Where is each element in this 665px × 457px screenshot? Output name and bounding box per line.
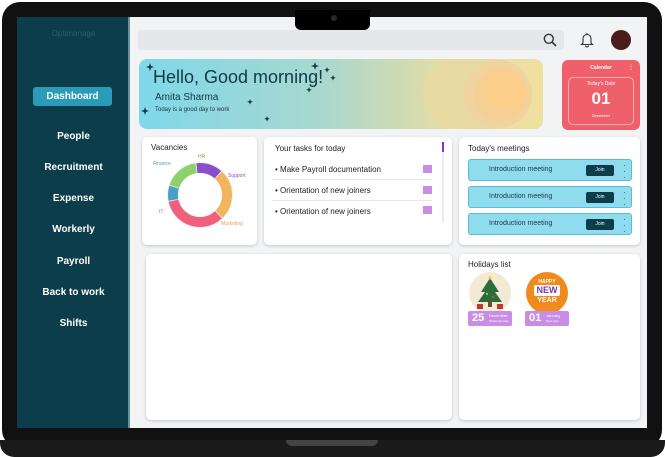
holiday-day: 01	[529, 312, 542, 324]
new-year-image: HAPPY NEW YEAR	[526, 272, 568, 314]
join-button[interactable]: Join	[586, 192, 614, 203]
task-item[interactable]: • Make Payroll documentation	[275, 165, 381, 174]
user-name: Amita Sharma	[155, 92, 219, 103]
new-year-text-3: YEAR	[537, 297, 557, 304]
divider	[272, 200, 432, 201]
laptop-frame: Optimanage Dashboard People Recruitment …	[0, 0, 665, 457]
task-item[interactable]: • Orientation of new joiners	[275, 207, 371, 216]
today-date-panel: Today's Date 01 December	[568, 77, 634, 125]
holiday-date-tag[interactable]: 25 December Christmas Day	[468, 311, 512, 326]
bell-icon[interactable]	[580, 32, 594, 48]
sidebar-item-recruitment[interactable]: Recruitment	[17, 162, 130, 173]
holiday-name: New year	[546, 319, 559, 323]
sidebar-item-payroll[interactable]: Payroll	[17, 256, 130, 267]
greeting-subtitle: Today is a good day to work	[155, 107, 230, 113]
meeting-row[interactable]: Introduction meeting Join · · ·	[468, 186, 632, 209]
task-checkbox[interactable]	[423, 206, 432, 214]
today-month: December	[591, 113, 611, 118]
christmas-tree-image	[469, 272, 511, 314]
legend-marketing: Marketing	[221, 221, 243, 227]
sidebar-item-dashboard[interactable]: Dashboard	[33, 87, 112, 106]
search-input[interactable]	[138, 30, 564, 50]
donut-hole	[178, 173, 222, 217]
calendar-widget[interactable]: Calendar ⋮ Today's Date 01 December	[562, 60, 640, 130]
holidays-card: Holidays list 25 December Christmas Day	[459, 254, 640, 420]
vacancies-card: Vacancies Finance HR Support Marketing I…	[142, 137, 257, 245]
laptop-hinge	[286, 440, 378, 446]
app-screen: Optimanage Dashboard People Recruitment …	[17, 17, 647, 428]
holiday-month: December	[489, 313, 508, 318]
greeting-title: Hello, Good morning!	[153, 67, 324, 87]
search-icon[interactable]	[543, 33, 557, 47]
tasks-title: Your tasks for today	[275, 144, 346, 153]
holiday-month: January	[546, 313, 561, 318]
join-button[interactable]: Join	[586, 219, 614, 230]
meeting-label: Introduction meeting	[489, 193, 553, 200]
meetings-title: Today's meetings	[468, 144, 530, 153]
tasks-scrollbar-track[interactable]	[442, 153, 444, 223]
holiday-name: Christmas Day	[489, 319, 509, 323]
tasks-scrollbar-thumb[interactable]	[442, 142, 444, 152]
holiday-date-tag[interactable]: 01 January New year	[525, 311, 569, 326]
holiday-day: 25	[472, 312, 485, 324]
legend-finance: Finance	[153, 161, 171, 167]
sidebar: Optimanage Dashboard People Recruitment …	[17, 17, 130, 428]
new-year-text-2: NEW	[534, 285, 560, 296]
camera-icon	[331, 15, 337, 21]
legend-it: IT	[159, 209, 164, 215]
today-date-label: Today's Date	[586, 81, 616, 87]
today-day: 01	[591, 89, 611, 108]
task-checkbox[interactable]	[423, 165, 432, 173]
task-item[interactable]: • Orientation of new joiners	[275, 186, 371, 195]
join-button[interactable]: Join	[586, 165, 614, 176]
app-logo[interactable]: Optimanage	[17, 29, 130, 38]
more-options-icon[interactable]: · · ·	[623, 216, 626, 236]
legend-hr: HR	[198, 154, 206, 160]
meeting-row[interactable]: Introduction meeting Join · · ·	[468, 159, 632, 182]
divider	[272, 179, 432, 180]
sidebar-item-shifts[interactable]: Shifts	[17, 318, 130, 329]
sidebar-item-expense[interactable]: Expense	[17, 193, 130, 204]
holidays-title: Holidays list	[468, 260, 511, 269]
meetings-card: Today's meetings Introduction meeting Jo…	[459, 137, 640, 245]
meeting-row[interactable]: Introduction meeting Join · · ·	[468, 213, 632, 236]
sidebar-item-people[interactable]: People	[17, 131, 130, 142]
meeting-label: Introduction meeting	[489, 166, 553, 173]
task-checkbox[interactable]	[423, 186, 432, 194]
empty-panel	[146, 254, 452, 420]
sidebar-item-back-to-work[interactable]: Back to work	[17, 287, 130, 298]
more-options-icon[interactable]: ⋮	[628, 64, 634, 71]
tasks-card: Your tasks for today • Make Payroll docu…	[264, 137, 452, 245]
greeting-banner: Hello, Good morning! Amita Sharma Today …	[139, 59, 543, 129]
more-options-icon[interactable]: · · ·	[623, 189, 626, 209]
more-options-icon[interactable]: · · ·	[623, 162, 626, 182]
meeting-label: Introduction meeting	[489, 220, 553, 227]
legend-support: Support	[228, 173, 246, 179]
user-avatar[interactable]	[611, 30, 631, 50]
sidebar-item-workerly[interactable]: Workerly	[17, 224, 130, 235]
